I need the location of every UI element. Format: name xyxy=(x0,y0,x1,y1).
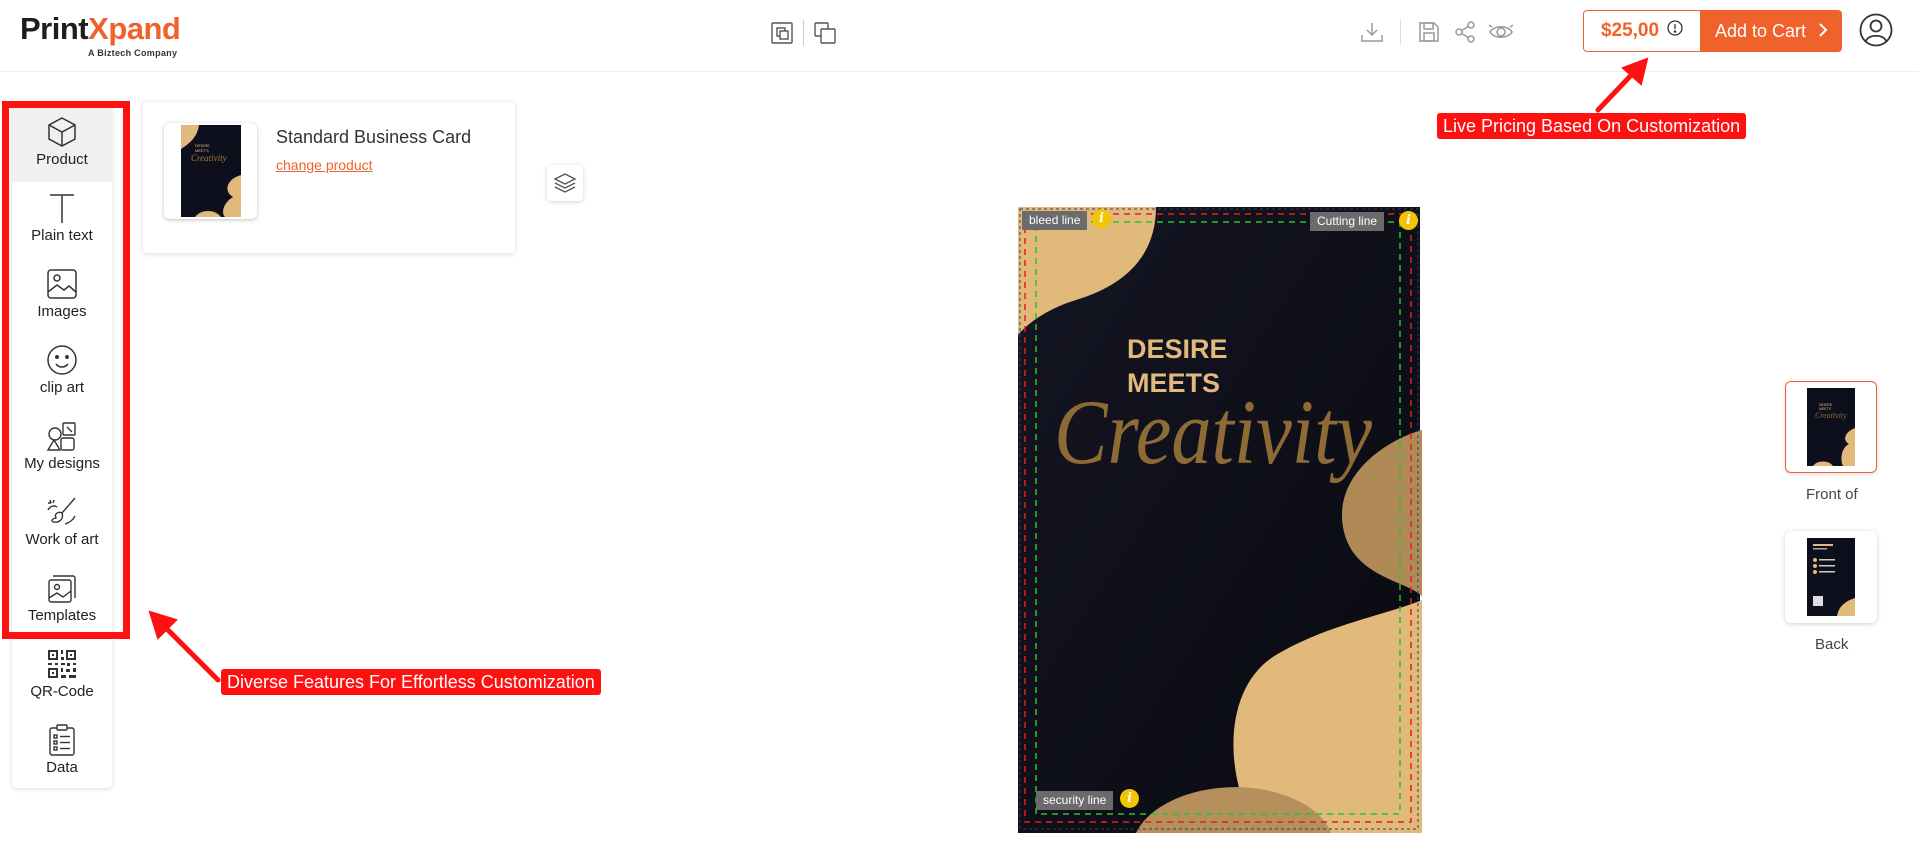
sidebar-item-templates[interactable]: Templates xyxy=(12,564,112,638)
product-card: DESIRE MEETS Creativity Standard Busines… xyxy=(143,102,515,253)
live-price: $25,00 xyxy=(1583,10,1701,52)
bleed-line-label: bleed line xyxy=(1022,211,1088,230)
cutting-line-label: Cutting line xyxy=(1310,212,1385,231)
page-thumb-back[interactable] xyxy=(1785,531,1877,623)
separator xyxy=(803,20,804,46)
preview-eye-icon[interactable] xyxy=(1483,16,1519,48)
logo-wordmark: PrintXpand xyxy=(20,11,181,46)
logo-tagline: A Biztech Company xyxy=(88,48,178,58)
page-thumb-front[interactable]: DESIRE MEETS Creativity xyxy=(1785,381,1877,473)
sidebar-item-label: Data xyxy=(46,759,78,776)
sidebar-item-label: My designs xyxy=(24,455,100,472)
sidebar-item-data[interactable]: Data xyxy=(12,716,112,790)
separator xyxy=(1400,19,1401,45)
add-to-cart-button[interactable]: Add to Cart xyxy=(1701,10,1842,52)
product-name: Standard Business Card xyxy=(276,127,472,147)
tools-sidebar: Product Plain text Images clip art My de… xyxy=(12,106,112,788)
exclamation-circle-icon[interactable] xyxy=(1667,20,1683,42)
my-designs-icon xyxy=(46,422,76,451)
sidebar-item-label: QR-Code xyxy=(30,683,94,700)
top-toolbar: PrintXpand A Biztech Company $25,00 Add … xyxy=(0,0,1919,72)
business-card-front-artwork[interactable]: DESIRE MEETS Creativity xyxy=(1016,205,1422,833)
page-label-back: Back xyxy=(1815,636,1849,653)
annotation-features-label: Diverse Features For Effortless Customiz… xyxy=(221,669,601,695)
headline-line-1[interactable]: DESIRE xyxy=(1127,334,1228,364)
cutting-line-info-icon[interactable]: i xyxy=(1399,211,1418,230)
svg-text:Creativity: Creativity xyxy=(1815,411,1847,420)
clipboard-list-icon xyxy=(49,724,75,756)
sidebar-item-qr-code[interactable]: QR-Code xyxy=(12,640,112,714)
sidebar-item-label: Images xyxy=(37,303,87,320)
sidebar-item-product[interactable]: Product xyxy=(12,108,112,182)
sidebar-item-label: Product xyxy=(36,151,88,168)
price-value: $25,00 xyxy=(1600,20,1660,41)
printxpand-logo[interactable]: PrintXpand A Biztech Company xyxy=(20,11,181,59)
sidebar-item-clip-art[interactable]: clip art xyxy=(12,336,112,410)
sidebar-item-label: Templates xyxy=(27,607,97,624)
security-line-label: security line xyxy=(1036,791,1114,810)
bleed-line-info-icon[interactable]: i xyxy=(1092,209,1111,228)
layers-button[interactable] xyxy=(547,165,583,201)
download-icon[interactable] xyxy=(1354,16,1390,48)
brush-icon xyxy=(47,497,76,525)
security-line-info-icon[interactable]: i xyxy=(1120,789,1139,808)
share-icon[interactable] xyxy=(1447,16,1483,48)
smiley-icon xyxy=(47,345,77,375)
cube-icon xyxy=(48,117,76,147)
sidebar-item-label: Work of art xyxy=(25,531,99,548)
sidebar-item-images[interactable]: Images xyxy=(12,260,112,334)
sidebar-item-my-designs[interactable]: My designs xyxy=(12,412,112,486)
sidebar-item-plain-text[interactable]: Plain text xyxy=(12,184,112,258)
product-thumbnail: DESIRE MEETS Creativity xyxy=(164,123,257,219)
send-backward-icon[interactable] xyxy=(811,19,839,47)
svg-text:Creativity: Creativity xyxy=(191,153,227,163)
sidebar-item-label: Plain text xyxy=(31,227,93,244)
arrange-tools xyxy=(768,19,839,47)
text-t-icon xyxy=(50,194,74,223)
page-label-front: Front of xyxy=(1806,486,1858,503)
save-icon[interactable] xyxy=(1411,16,1447,48)
templates-icon xyxy=(48,575,76,603)
change-product-link[interactable]: change product xyxy=(276,157,373,173)
layers-icon xyxy=(553,173,577,193)
sidebar-item-work-of-art[interactable]: Work of art xyxy=(12,488,112,562)
user-circle-icon[interactable] xyxy=(1859,13,1893,52)
script-headline[interactable]: Creativity xyxy=(1054,381,1372,483)
add-to-cart-label: Add to Cart xyxy=(1714,20,1807,41)
bring-forward-icon[interactable] xyxy=(768,19,796,47)
qr-code-icon xyxy=(48,650,76,678)
sidebar-item-label: clip art xyxy=(39,379,85,396)
chevron-right-icon xyxy=(1818,21,1828,42)
file-tools xyxy=(1354,16,1519,48)
image-icon xyxy=(47,269,77,299)
annotation-pricing-label: Live Pricing Based On Customization xyxy=(1437,113,1747,139)
design-canvas[interactable]: DESIRE MEETS Creativity bleed line i Cut… xyxy=(1016,205,1422,833)
